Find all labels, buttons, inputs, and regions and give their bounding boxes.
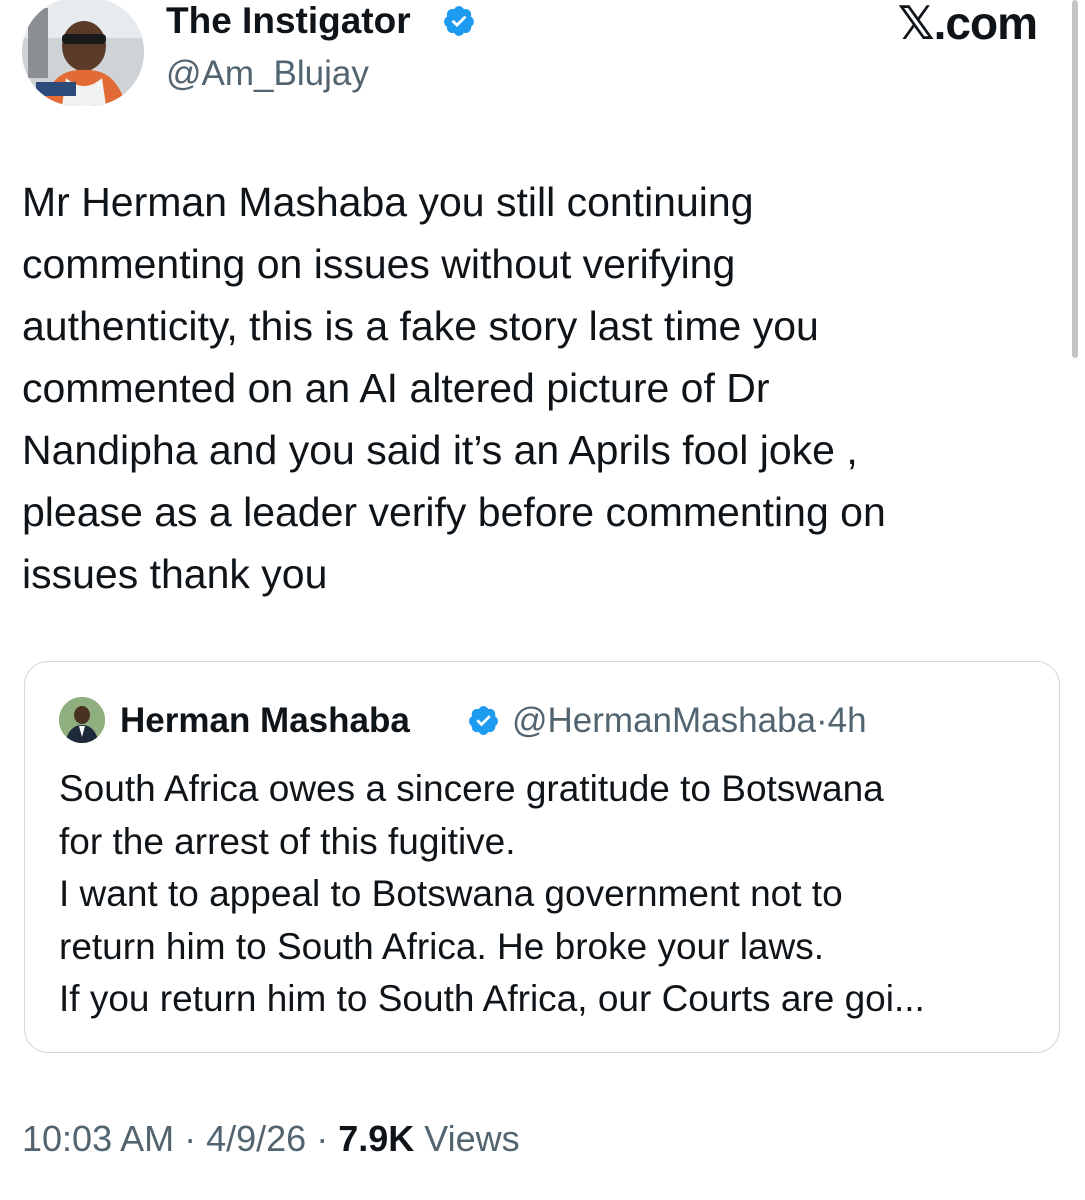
quoted-author-name[interactable]: Herman Mashaba	[120, 700, 410, 742]
tweet-time[interactable]: 10:03 AM	[22, 1118, 174, 1159]
views-count[interactable]: 7.9K	[338, 1118, 414, 1159]
meta-separator: ·	[816, 701, 828, 740]
tweet-author-avatar[interactable]	[22, 0, 144, 106]
profile-photo-icon	[22, 0, 144, 106]
quoted-tweet-text: South Africa owes a sincere gratitude to…	[59, 768, 925, 1019]
tweet-author-handle[interactable]: @Am_Blujay	[166, 53, 369, 95]
quoted-author-meta: @HermanMashaba·4h	[512, 700, 867, 742]
verified-badge-icon	[469, 706, 498, 735]
tweet-text: Mr Herman Mashaba you still continuing c…	[22, 179, 886, 597]
quoted-tweet-card[interactable]: Herman Mashaba @HermanMashaba·4h South A…	[24, 661, 1060, 1053]
views-label: Views	[424, 1118, 520, 1159]
tweet-date[interactable]: 4/9/26	[206, 1118, 306, 1159]
quoted-author-avatar[interactable]	[59, 697, 105, 743]
quoted-tweet-age[interactable]: 4h	[828, 701, 867, 740]
meta-separator: ·	[306, 1118, 339, 1159]
x-logo-watermark: 𝕏.com	[897, 0, 1038, 49]
profile-photo-icon	[59, 697, 105, 743]
meta-separator: ·	[174, 1118, 207, 1159]
quoted-author-handle[interactable]: @HermanMashaba	[512, 701, 816, 740]
verified-badge-icon	[444, 6, 474, 36]
tweet-author-name[interactable]: The Instigator	[166, 0, 411, 42]
tweet-metadata: 10:03 AM · 4/9/26 · 7.9K Views	[22, 1117, 520, 1161]
scrollbar[interactable]	[1072, 0, 1078, 358]
